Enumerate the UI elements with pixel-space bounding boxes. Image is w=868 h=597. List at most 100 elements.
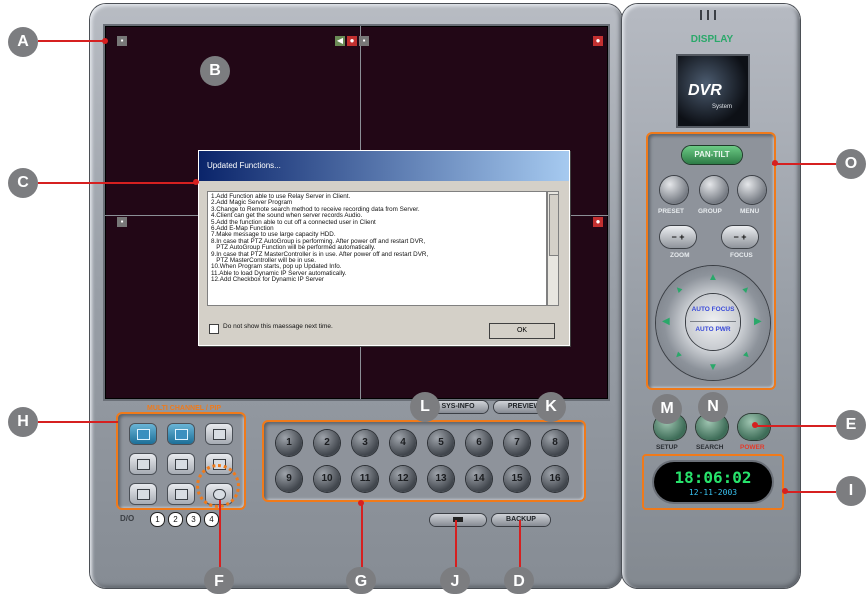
single-view-icon	[137, 429, 150, 440]
channel-10-button[interactable]: 10	[314, 466, 340, 492]
mode-6ch-button[interactable]	[206, 424, 232, 444]
channel-icon[interactable]: ▪	[359, 36, 369, 46]
channel-3-button[interactable]: 3	[352, 430, 378, 456]
focus-plus[interactable]: +	[741, 232, 746, 242]
speaker-icon[interactable]: ◀	[335, 36, 345, 46]
focus-stepper[interactable]: − +	[722, 226, 758, 248]
power-label: POWER	[740, 444, 765, 451]
mode-pip-button[interactable]	[130, 484, 156, 504]
arrow-down-right-icon[interactable]: ▼	[740, 348, 753, 361]
do-3-button[interactable]: 3	[186, 512, 201, 527]
channel-8-button[interactable]: 8	[542, 430, 568, 456]
mode-16ch-button[interactable]	[168, 484, 194, 504]
checkbox-label: Do not show this maessage next time.	[223, 323, 333, 330]
do-1-button[interactable]: 1	[150, 512, 165, 527]
lock-button[interactable]	[430, 514, 486, 526]
arrow-right-icon[interactable]: ▶	[754, 316, 762, 327]
nine-view-icon	[175, 459, 188, 470]
pip-view-icon	[137, 489, 150, 500]
menu-label: MENU	[740, 208, 760, 215]
record-icon[interactable]: ●	[593, 36, 603, 46]
zoom-plus[interactable]: +	[679, 232, 684, 242]
marker-m: M	[652, 394, 682, 424]
channel-2-button[interactable]: 2	[314, 430, 340, 456]
leader-e	[754, 425, 836, 427]
channel-16-button[interactable]: 16	[542, 466, 568, 492]
arrow-up-left-icon[interactable]: ▲	[672, 282, 685, 295]
center-divider	[690, 321, 736, 322]
pan-tilt-button[interactable]: PAN-TILT	[682, 146, 742, 164]
marker-j: J	[440, 567, 470, 594]
record-icon[interactable]: ●	[593, 217, 603, 227]
dont-show-checkbox[interactable]	[209, 324, 219, 334]
mode-1ch-button[interactable]	[130, 424, 156, 444]
channel-12-button[interactable]: 12	[390, 466, 416, 492]
arrow-down-icon[interactable]: ▼	[708, 362, 718, 373]
do-label: D/O	[120, 514, 135, 523]
record-icon[interactable]: ●	[347, 36, 357, 46]
focus-minus[interactable]: −	[733, 232, 738, 242]
setup-label: SETUP	[656, 444, 678, 451]
channel-5-button[interactable]: 5	[428, 430, 454, 456]
channel-15-button[interactable]: 15	[504, 466, 530, 492]
mode-8ch-button[interactable]	[130, 454, 156, 474]
ptz-panel: PAN-TILT PRESET GROUP MENU − + − + ZOOM …	[646, 132, 776, 390]
scroll-thumb[interactable]	[549, 194, 559, 256]
clock-time: 18:06:02	[674, 468, 752, 487]
channel-11-button[interactable]: 11	[352, 466, 378, 492]
marker-g: G	[346, 567, 376, 594]
dvr-logo: DVR System	[676, 54, 750, 128]
channel-1-button[interactable]: 1	[276, 430, 302, 456]
marker-d: D	[504, 567, 534, 594]
clock-panel: 18:06:02 12-11-2003	[642, 454, 784, 510]
six-view-icon	[213, 429, 226, 440]
do-4-button[interactable]: 4	[204, 512, 219, 527]
zoom-stepper[interactable]: − +	[660, 226, 696, 248]
quad-view-icon	[175, 429, 188, 440]
search-label: SEARCH	[696, 444, 724, 451]
zoom-minus[interactable]: −	[671, 232, 676, 242]
do-2-button[interactable]: 2	[168, 512, 183, 527]
auto-pwr-button[interactable]: AUTO PWR	[686, 326, 740, 333]
marker-h: H	[8, 407, 38, 437]
marker-f: F	[204, 567, 234, 594]
marker-n: N	[698, 392, 728, 422]
marker-o: O	[836, 149, 866, 179]
ptz-direction-pad[interactable]: ▲ ▼ ◀ ▶ ▲ ▲ ▼ ▼ AUTO FOCUS AUTO PWR	[656, 266, 770, 380]
leader-e-dot	[752, 422, 758, 428]
channel-4-button[interactable]: 4	[390, 430, 416, 456]
dialog-scrollbar[interactable]	[547, 191, 559, 306]
leader-i	[784, 491, 836, 493]
arrow-left-icon[interactable]: ◀	[662, 316, 670, 327]
preset-label: PRESET	[658, 208, 685, 215]
backup-button[interactable]: BACKUP	[492, 514, 550, 526]
marker-c: C	[8, 168, 38, 198]
mode-4ch-button[interactable]	[168, 424, 194, 444]
menu-button[interactable]	[738, 176, 766, 204]
mode-9ch-button[interactable]	[168, 454, 194, 474]
channel-9-button[interactable]: 9	[276, 466, 302, 492]
dialog-text: 1.Add Function able to use Relay Server …	[207, 191, 547, 306]
arrow-down-left-icon[interactable]: ▼	[672, 348, 685, 361]
leader-a-dot	[102, 38, 108, 44]
group-button[interactable]	[700, 176, 728, 204]
display-title: DISPLAY	[690, 34, 734, 45]
ok-button[interactable]: OK	[489, 323, 555, 339]
arrow-up-right-icon[interactable]: ▲	[740, 282, 753, 295]
channel-7-button[interactable]: 7	[504, 430, 530, 456]
channel-13-button[interactable]: 13	[428, 466, 454, 492]
channel-6-button[interactable]: 6	[466, 430, 492, 456]
channel-14-button[interactable]: 14	[466, 466, 492, 492]
channel-icon[interactable]: ▪	[117, 217, 127, 227]
auto-focus-button[interactable]: AUTO FOCUS	[686, 306, 740, 313]
focus-label: FOCUS	[730, 252, 753, 259]
dialog-title: Updated Functions...	[199, 151, 569, 181]
arrow-up-icon[interactable]: ▲	[708, 272, 718, 283]
sixteen-view-icon	[175, 489, 188, 500]
preset-button[interactable]	[660, 176, 688, 204]
clock-display: 18:06:02 12-11-2003	[654, 462, 772, 502]
leader-o-dot	[772, 160, 778, 166]
leader-c-dot	[193, 179, 199, 185]
marker-k: K	[536, 392, 566, 422]
channel-icon[interactable]: ▪	[117, 36, 127, 46]
